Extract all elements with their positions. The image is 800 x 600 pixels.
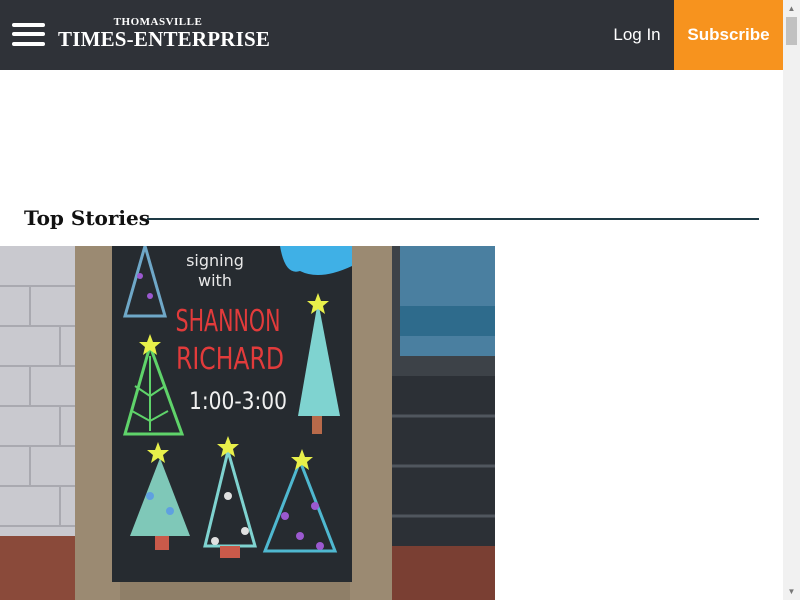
section-divider [147, 218, 759, 220]
sign-line-name-first: SHANNON [176, 304, 281, 339]
scroll-up-arrow-icon[interactable]: ▲ [783, 0, 800, 17]
logo-main-text: TIMES-ENTERPRISE [58, 27, 271, 51]
scroll-down-arrow-icon[interactable]: ▼ [783, 583, 800, 600]
scroll-thumb[interactable] [786, 17, 797, 45]
sign-line-signing: signing [186, 251, 244, 270]
section-title: Top Stories [24, 206, 151, 230]
sign-line-with: with [198, 271, 232, 290]
site-logo[interactable]: THOMASVILLE TIMES-ENTERPRISE [58, 16, 271, 52]
login-link[interactable]: Log In [606, 23, 668, 47]
subscribe-button[interactable]: Subscribe [674, 0, 783, 70]
sign-line-time: 1:00-3:00 [189, 387, 287, 415]
site-header: THOMASVILLE TIMES-ENTERPRISE Log In Subs… [0, 0, 783, 70]
page-scrollbar[interactable]: ▲ ▼ [783, 0, 800, 600]
sign-line-name-last: RICHARD [176, 342, 284, 377]
top-story-image[interactable]: signing with SHANNON RICHARD 1:00-3:00 [0, 246, 495, 600]
hamburger-menu-icon[interactable] [12, 23, 45, 46]
